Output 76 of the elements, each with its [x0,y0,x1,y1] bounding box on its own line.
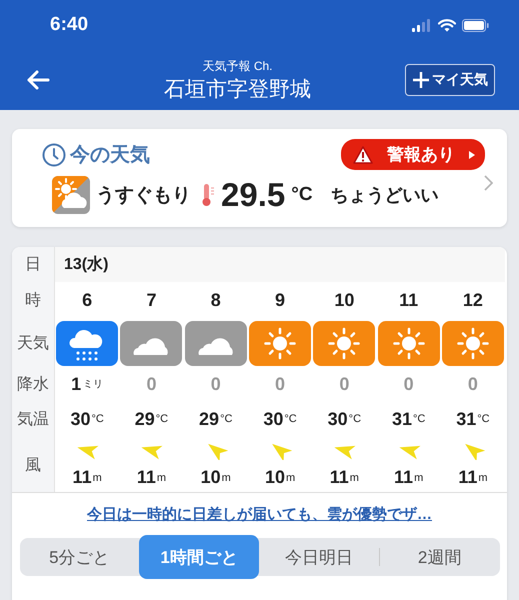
clock-time: 6:40 [50,14,88,36]
temperature-value: 31 [392,408,412,430]
feeling-text: ちょうどいい [330,184,439,207]
back-arrow-icon[interactable] [26,70,50,90]
caret-icon [469,150,475,158]
wind-speed-unit: m [350,472,359,484]
hour-cell-text: 11 [398,288,420,312]
precipitation-value: 0 [275,374,286,394]
precipitation-unit: ミリ [83,378,104,391]
wind-speed-value: 10 [200,466,221,488]
condition-text: うすぐもり [96,184,191,208]
clock-icon [42,142,66,166]
wind-speed-value: 11 [72,466,92,488]
precipitation-value: 1 [71,374,82,394]
hour-cell-text: 9 [274,288,286,312]
alert-badge[interactable]: 警報あり [341,139,485,170]
date-cell: 13(水) [55,247,506,282]
precipitation-value: 0 [404,374,414,394]
hour-cell-text: 8 [210,288,222,312]
interval-tab[interactable]: 今日明日 [259,538,379,576]
wind-speed-unit: m [156,472,166,484]
temperature-value: 29.5 [221,176,286,214]
temperature-unit: °C [412,413,426,425]
row-label: 降水 [12,368,55,400]
precipitation-value: 0 [210,374,221,394]
add-my-weather-button[interactable]: マイ天気 [405,64,495,96]
wind-speed-unit: m [222,472,231,484]
row-label: 気温 [12,400,55,438]
temperature-value: 31 [456,408,476,430]
sun-cloud-icon [52,176,90,214]
temperature-unit: °C [348,413,362,425]
precipitation-value: 0 [339,374,350,394]
temperature-value: 30 [263,408,284,430]
precipitation-value: 0 [146,374,156,394]
row-label: 風 [12,438,55,492]
temperature-unit: °C [220,413,232,425]
row-label: 日 [12,247,55,282]
wind-speed-unit: m [414,472,424,484]
temperature-unit: °C [477,413,490,425]
wind-speed-unit: m [286,472,296,484]
app-name: 天気予報 Ch. [202,58,272,74]
temperature-value: 29 [134,408,155,430]
temperature-value: 30 [70,408,90,430]
wind-speed-value: 11 [394,466,414,488]
row-label: 天気 [12,318,55,368]
temperature-unit: °C [291,184,313,206]
wind-speed-value: 11 [136,466,156,488]
signal-icon [412,18,432,32]
hour-cell-text: 7 [145,288,158,312]
interval-tab[interactable]: 5分ごと [20,538,140,576]
wind-speed-value: 11 [458,466,478,488]
temperature-value: 29 [199,408,220,430]
temperature-unit: °C [284,413,297,425]
forecast-summary-link[interactable]: 今日は一時的に日差しが届いても、雲が優勢でザ… [87,505,432,524]
temperature-unit: °C [156,413,168,425]
hour-cell-text: 6 [81,288,94,312]
temperature-unit: °C [91,413,104,425]
plus-icon [412,71,430,89]
interval-tab[interactable]: 1時間ごと [139,535,259,579]
row-label: 時 [12,282,55,318]
wind-speed-unit: m [478,472,488,484]
wind-speed-unit: m [92,472,102,484]
battery-icon [462,18,489,32]
wifi-icon [438,18,456,32]
section-heading: 今の天気 [70,143,150,168]
warning-icon [353,146,373,164]
thermometer-icon [201,183,215,207]
precipitation-value: 0 [468,374,478,394]
wind-speed-value: 11 [330,466,349,488]
chevron-right-icon [484,175,493,191]
hour-cell-text: 12 [462,288,484,312]
temperature-value: 30 [328,408,348,430]
wind-speed-value: 10 [264,466,285,488]
interval-tab[interactable]: 2週間 [380,538,500,576]
location-title: 石垣市字登野城 [164,76,311,102]
hour-cell-text: 10 [333,288,356,312]
